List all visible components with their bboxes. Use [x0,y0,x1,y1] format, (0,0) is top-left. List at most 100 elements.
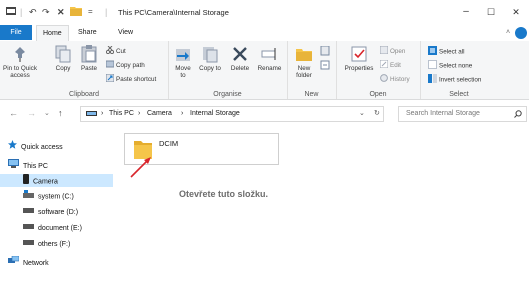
tab-home[interactable]: Home [36,25,69,41]
paste-button[interactable]: Paste [78,45,100,72]
help-icon[interactable] [515,27,527,39]
invert-selection-icon [428,74,437,86]
nav-quick-access[interactable]: Quick access [8,140,63,152]
clipboard-group: Pin to Quick access Copy Paste Cut Copy … [0,41,169,99]
crumb-sep-3: › [181,110,184,117]
nav-drive-d[interactable]: software (D:) [23,206,78,218]
pin-icon [11,45,29,63]
cut-button[interactable]: Cut [105,45,126,57]
nav-drive-e-label: document (E:) [38,224,82,232]
nav-camera[interactable]: Camera [23,174,58,186]
clipboard-group-label: Clipboard [69,91,99,98]
select-none-button[interactable]: Select none [428,60,473,72]
nav-drive-f[interactable]: others (F:) [23,238,70,250]
new-folder-label: New folder [296,65,312,79]
crumb-this-pc[interactable]: This PC [109,107,134,121]
select-none-icon [428,60,437,72]
maximize-button[interactable]: ☐ [480,4,502,20]
nav-this-pc[interactable]: This PC [8,159,48,171]
edit-icon [379,59,389,71]
new-folder-button[interactable]: New folder [291,45,317,79]
nav-drive-f-label: others (F:) [38,240,71,248]
forward-button[interactable]: → [27,108,36,118]
redo-icon[interactable]: ↷ [42,7,50,18]
close-button[interactable]: ✕ [505,4,527,20]
paste-label: Paste [80,65,98,72]
scissors-icon [105,45,115,57]
search-input[interactable]: Search Internal Storage [398,106,527,122]
folder-icon [70,5,82,18]
tab-view[interactable]: View [112,25,139,40]
nav-this-pc-label: This PC [23,162,48,170]
new-item-icon[interactable] [320,45,330,58]
open-icon [379,45,389,57]
minimize-button[interactable]: – [455,4,477,20]
nav-camera-label: Camera [33,178,58,186]
new-group-label: New [304,91,319,98]
system-drive-icon [23,190,34,203]
copy-path-icon [105,60,115,71]
pin-quick-access-button[interactable]: Pin to Quick access [2,45,38,79]
refresh-icon[interactable]: ↻ [374,107,380,121]
back-button[interactable]: ← [9,108,18,118]
customize-qat-icon[interactable]: = [88,7,93,16]
copy-to-button[interactable]: Copy to [199,45,221,72]
open-button[interactable]: Open [379,45,405,57]
copy-to-icon [201,45,219,63]
undo-icon[interactable]: ↶ [29,7,37,18]
up-button[interactable]: ↑ [58,108,63,118]
nav-drive-e[interactable]: document (E:) [23,222,82,234]
recent-locations-button[interactable]: ⌄ [44,109,50,117]
crumb-sep-2: › [138,110,141,117]
easy-access-icon[interactable] [320,60,330,72]
copy-path-button[interactable]: Copy path [105,60,145,71]
copy-button[interactable]: Copy [52,45,74,72]
rename-button[interactable]: Rename [256,45,283,72]
pin-label: Pin to Quick access [3,65,37,79]
title-bar: | ↶ ↷ ✕ = | This PC\Camera\Internal Stor… [0,0,529,24]
paste-shortcut-icon [105,73,115,85]
delete-label: Delete [230,65,250,72]
crumb-camera[interactable]: Camera [147,107,172,121]
invert-selection-button[interactable]: Invert selection [428,74,481,86]
select-none-label: Select none [439,62,473,70]
paste-icon [80,45,98,63]
edit-button[interactable]: Edit [379,59,401,71]
history-button[interactable]: History [380,74,410,83]
drive-icon [23,222,34,234]
address-dropdown-icon[interactable]: ⌄ [359,107,365,121]
tab-share[interactable]: Share [72,25,103,40]
drive-icon [23,206,34,218]
address-box[interactable]: › This PC › Camera › Internal Storage ⌄ … [80,106,384,122]
crumb-sep-1: › [101,110,104,117]
instruction-text: Otevřete tuto složku. [179,189,269,199]
file-list: DCIM Otevřete tuto složku. [113,126,529,292]
select-all-icon [428,46,437,58]
move-to-icon [174,45,192,63]
rename-icon [261,45,279,63]
computer-icon [8,159,19,173]
nav-network[interactable]: Network [8,255,49,268]
drive-icon [23,238,34,250]
organise-group-label: Organise [213,91,242,98]
crumb-internal-storage[interactable]: Internal Storage [190,107,240,121]
tab-file[interactable]: File [0,25,32,40]
delete-icon[interactable]: ✕ [57,7,65,18]
search-placeholder: Search Internal Storage [406,110,480,117]
this-pc-icon [86,110,97,124]
edit-label: Edit [390,62,401,70]
history-label: History [390,76,410,84]
select-all-button[interactable]: Select all [428,46,465,58]
ribbon: Pin to Quick access Copy Paste Cut Copy … [0,41,529,100]
address-bar-row: ← → ⌄ ↑ › This PC › Camera › Internal St… [0,100,529,126]
move-to-button[interactable]: Move to [172,45,194,79]
new-folder-icon [295,45,313,63]
delete-button[interactable]: Delete [228,45,252,72]
nav-quick-access-label: Quick access [21,143,63,151]
properties-button[interactable]: Properties [342,45,376,72]
nav-drive-c[interactable]: system (C:) [23,190,74,202]
ribbon-collapse-icon[interactable]: ˄ [500,25,516,40]
copy-label: Copy [55,65,71,72]
paste-shortcut-button[interactable]: Paste shortcut [105,73,156,85]
delete-x-icon [231,45,249,63]
